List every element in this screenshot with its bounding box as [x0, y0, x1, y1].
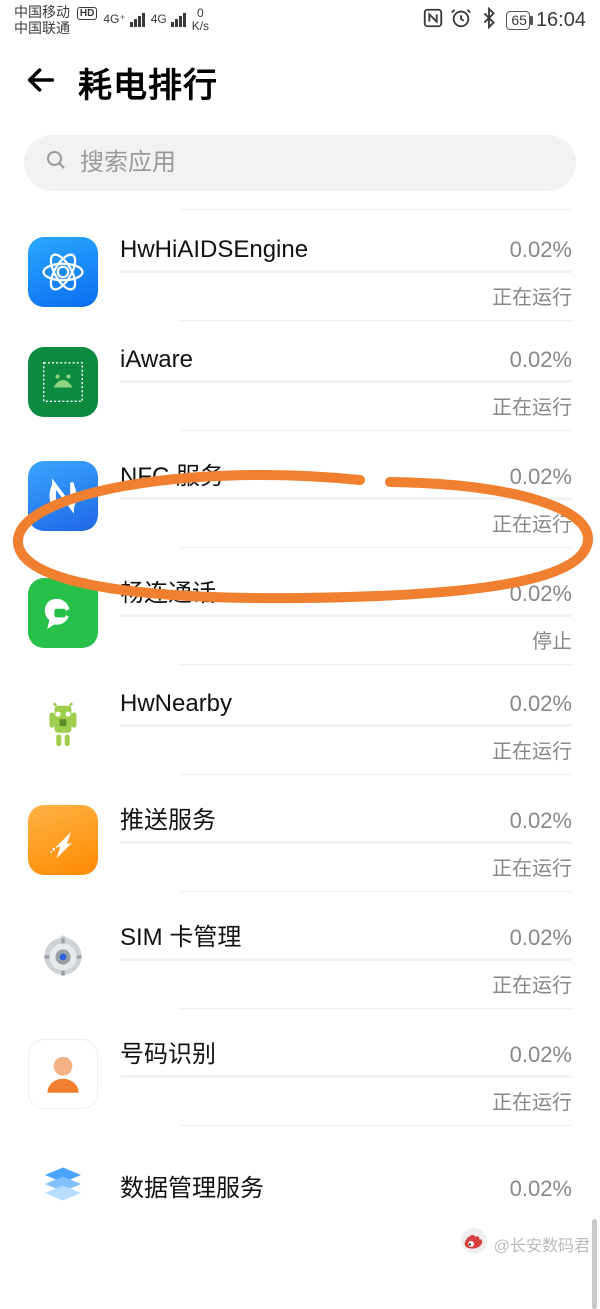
app-name: 数据管理服务: [120, 1168, 264, 1203]
app-name: HwHiAIDSEngine: [120, 236, 308, 264]
app-status: 正在运行: [492, 1086, 572, 1115]
app-icon-numberid: [28, 1039, 98, 1109]
app-name: 推送服务: [120, 800, 216, 835]
app-status: 正在运行: [492, 735, 572, 764]
search-input[interactable]: [80, 149, 556, 177]
usage-bar: [120, 958, 572, 961]
app-header: 耗电排行: [0, 38, 600, 135]
hd-badge: HD: [77, 7, 97, 20]
list-item[interactable]: 数据管理服务 0.02%: [0, 1125, 600, 1219]
watermark: @长安数码君: [460, 1227, 590, 1260]
usage-bar: [120, 270, 572, 273]
signal-2: 4G: [151, 13, 186, 27]
app-name: SIM 卡管理: [120, 917, 241, 952]
app-status: 正在运行: [492, 391, 572, 420]
battery-pct: 0.02%: [510, 808, 572, 834]
usage-bar: [120, 1075, 572, 1078]
signal-bars-icon: [171, 13, 186, 27]
carrier-1: 中国移动: [14, 4, 70, 20]
battery-pct: 0.02%: [510, 691, 572, 717]
app-name: 畅连通话: [120, 573, 216, 608]
signal-1: 4G⁺: [103, 13, 144, 27]
app-status: 正在运行: [492, 969, 572, 998]
scrollbar-thumb[interactable]: [592, 1219, 597, 1309]
status-left: 中国移动 HD 中国联通 4G⁺ 4G 0 K/s: [14, 4, 209, 36]
list-item[interactable]: iAware 0.02% 正在运行: [0, 320, 600, 430]
app-list: HwHiAIDSEngine 0.02% 正在运行 iAware 0.02% 正…: [0, 209, 600, 1219]
search-icon: [44, 148, 68, 179]
back-icon[interactable]: [24, 63, 58, 102]
battery-pct: 0.02%: [510, 464, 572, 490]
bluetooth-icon: [478, 7, 500, 34]
usage-bar: [120, 380, 572, 383]
status-right: 65 16:04: [422, 7, 586, 34]
app-status: 正在运行: [492, 508, 572, 537]
battery-pct: 0.02%: [510, 1176, 572, 1202]
app-status: 停止: [532, 625, 572, 654]
app-icon-push: [28, 805, 98, 875]
carrier-2: 中国联通: [14, 20, 97, 36]
app-status: 正在运行: [492, 852, 572, 881]
net-speed: 0 K/s: [192, 7, 209, 33]
app-icon-data: [28, 1149, 98, 1219]
battery-pct: 0.02%: [510, 925, 572, 951]
app-name: 号码识别: [120, 1034, 216, 1069]
usage-bar: [120, 841, 572, 844]
list-item[interactable]: SIM 卡管理 0.02% 正在运行: [0, 891, 600, 1008]
alarm-icon: [450, 7, 472, 34]
app-name: HwNearby: [120, 690, 232, 718]
watermark-text: @长安数码君: [494, 1232, 590, 1256]
usage-bar: [120, 724, 572, 727]
app-status: 正在运行: [492, 281, 572, 310]
app-name: iAware: [120, 346, 193, 374]
list-item[interactable]: HwHiAIDSEngine 0.02% 正在运行: [0, 210, 600, 320]
list-item[interactable]: HwNearby 0.02% 正在运行: [0, 664, 600, 774]
weibo-icon: [460, 1227, 488, 1260]
app-icon-sim: [28, 922, 98, 992]
usage-bar: [120, 614, 572, 617]
page-title: 耗电排行: [78, 58, 218, 107]
list-item[interactable]: 推送服务 0.02% 正在运行: [0, 774, 600, 891]
list-item[interactable]: 畅连通话 0.02% 停止: [0, 547, 600, 664]
app-icon-hwnearby: [28, 691, 98, 761]
usage-bar: [120, 497, 572, 500]
app-icon-iaware: [28, 347, 98, 417]
battery-icon: 65: [506, 11, 530, 30]
battery-pct: 0.02%: [510, 581, 572, 607]
carrier-labels: 中国移动 HD 中国联通: [14, 4, 97, 36]
battery-pct: 0.02%: [510, 347, 572, 373]
nfc-status-icon: [422, 7, 444, 34]
battery-pct: 0.02%: [510, 1042, 572, 1068]
app-icon-hwhiaids: [28, 237, 98, 307]
clock: 16:04: [536, 9, 586, 32]
app-name: NFC 服务: [120, 456, 224, 491]
app-icon-nfc: [28, 461, 98, 531]
list-item[interactable]: 号码识别 0.02% 正在运行: [0, 1008, 600, 1125]
battery-pct: 0.02%: [510, 237, 572, 263]
app-icon-meetime: [28, 578, 98, 648]
list-item[interactable]: NFC 服务 0.02% 正在运行: [0, 430, 600, 547]
search-bar[interactable]: [0, 135, 600, 209]
signal-bars-icon: [130, 13, 145, 27]
status-bar: 中国移动 HD 中国联通 4G⁺ 4G 0 K/s 65: [0, 0, 600, 38]
